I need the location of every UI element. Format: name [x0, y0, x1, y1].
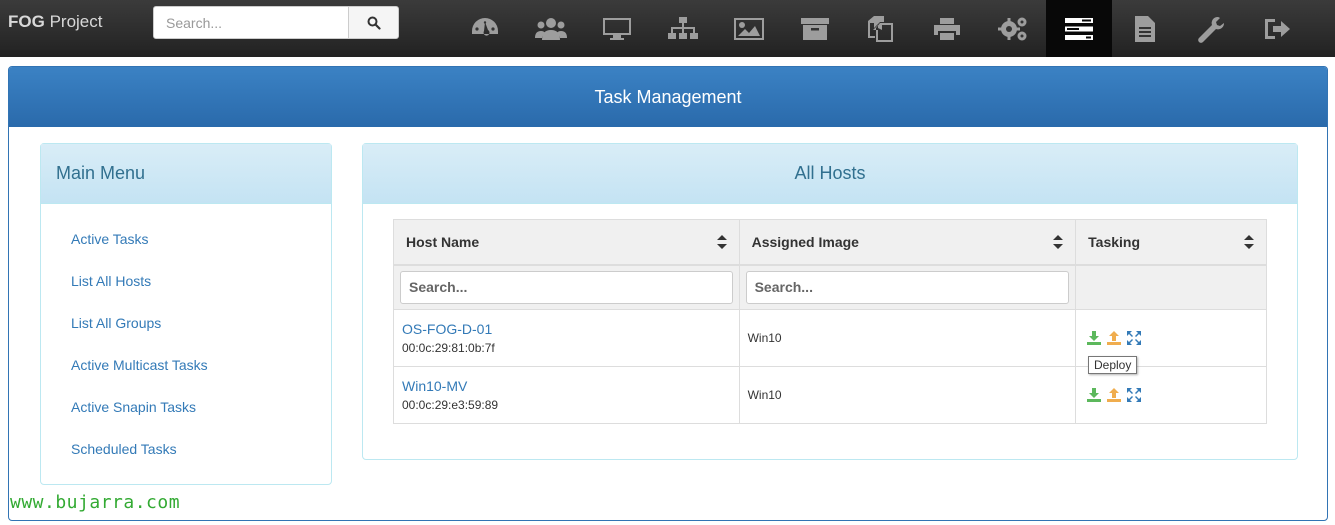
- capture-upload-icon[interactable]: [1107, 388, 1122, 402]
- task-management-panel: Task Management Main Menu Active Tasks L…: [8, 66, 1328, 521]
- nav-tasks[interactable]: [1046, 0, 1112, 57]
- hosts-icon: [603, 17, 631, 40]
- main-menu-title: Main Menu: [41, 144, 331, 204]
- logout-icon: [1265, 18, 1290, 39]
- nav-hosts[interactable]: [584, 0, 650, 57]
- snapins-icon: [868, 15, 893, 42]
- wrench-icon: [1198, 16, 1225, 43]
- nav-printers[interactable]: [914, 0, 980, 57]
- services-icon: [998, 17, 1027, 40]
- assigned-image: Win10: [738, 309, 1077, 367]
- capture-upload-icon[interactable]: [1107, 331, 1122, 345]
- nav-settings[interactable]: [1178, 0, 1244, 57]
- sort-icon: [1244, 235, 1254, 249]
- search-button[interactable]: [348, 6, 399, 39]
- reports-icon: [1135, 15, 1155, 42]
- nav-services[interactable]: [980, 0, 1046, 57]
- nav-groups[interactable]: [650, 0, 716, 57]
- advanced-expand-icon[interactable]: [1127, 331, 1142, 345]
- search-input[interactable]: [153, 6, 349, 39]
- nav-users[interactable]: [518, 0, 584, 57]
- advanced-expand-icon[interactable]: [1127, 388, 1142, 402]
- all-hosts-panel: All Hosts Host Name Assigned Image Taski…: [362, 143, 1298, 460]
- nav-images[interactable]: [716, 0, 782, 57]
- sort-icon: [716, 235, 727, 249]
- host-name-link[interactable]: Win10-MV: [402, 378, 731, 394]
- nav-reports[interactable]: [1112, 0, 1178, 57]
- dashboard-icon: [472, 17, 498, 36]
- sort-icon: [1053, 235, 1064, 249]
- host-name-filter-input[interactable]: [400, 270, 733, 304]
- deploy-download-icon[interactable]: [1087, 331, 1102, 345]
- host-mac: 00:0c:29:81:0b:7f: [402, 341, 495, 355]
- host-name-link[interactable]: OS-FOG-D-01: [402, 321, 731, 337]
- brand-logo[interactable]: FOG Project: [8, 12, 102, 32]
- main-menu-list: Active Tasks List All Hosts List All Gro…: [41, 204, 331, 480]
- deploy-tooltip: Deploy: [1088, 356, 1138, 374]
- nav-snapins[interactable]: [848, 0, 914, 57]
- users-icon: [535, 17, 567, 40]
- nav-storage[interactable]: [782, 0, 848, 57]
- tasks-icon: [1065, 17, 1093, 40]
- table-row: Win10-MV 00:0c:29:e3:59:89 Win10: [393, 366, 1267, 424]
- all-hosts-title: All Hosts: [363, 144, 1297, 204]
- menu-item-list-all-hosts[interactable]: List All Hosts: [41, 270, 331, 312]
- menu-item-list-all-groups[interactable]: List All Groups: [41, 312, 331, 354]
- printers-icon: [934, 17, 960, 40]
- menu-item-scheduled-tasks[interactable]: Scheduled Tasks: [41, 438, 331, 480]
- top-navbar: FOG Project: [0, 0, 1335, 57]
- menu-item-active-snapin-tasks[interactable]: Active Snapin Tasks: [41, 396, 331, 438]
- search-icon: [367, 16, 381, 30]
- host-mac: 00:0c:29:e3:59:89: [402, 398, 499, 412]
- page-title: Task Management: [9, 67, 1327, 127]
- nav-logout[interactable]: [1244, 0, 1310, 57]
- nav-dashboard[interactable]: [452, 0, 518, 57]
- menu-item-active-multicast-tasks[interactable]: Active Multicast Tasks: [41, 354, 331, 396]
- task-actions: [1084, 388, 1258, 402]
- filter-row: [393, 264, 1267, 310]
- groups-icon: [668, 16, 698, 39]
- assigned-image: Win10: [738, 366, 1077, 424]
- search-bar: [153, 6, 399, 39]
- watermark: www.bujarra.com: [10, 492, 181, 513]
- assigned-image-filter-input[interactable]: [745, 270, 1070, 304]
- main-menu-panel: Main Menu Active Tasks List All Hosts Li…: [40, 143, 332, 485]
- deploy-download-icon[interactable]: [1087, 388, 1102, 402]
- menu-item-active-tasks[interactable]: Active Tasks: [41, 228, 331, 270]
- column-header-tasking[interactable]: Tasking: [1075, 219, 1267, 266]
- task-actions: [1084, 331, 1258, 345]
- storage-icon: [801, 17, 829, 40]
- column-header-host-name[interactable]: Host Name: [393, 219, 740, 266]
- hosts-table: Host Name Assigned Image Tasking Search.…: [393, 219, 1267, 424]
- main-nav: [452, 0, 1310, 57]
- images-icon: [734, 17, 764, 40]
- column-header-assigned-image[interactable]: Assigned Image: [738, 219, 1077, 266]
